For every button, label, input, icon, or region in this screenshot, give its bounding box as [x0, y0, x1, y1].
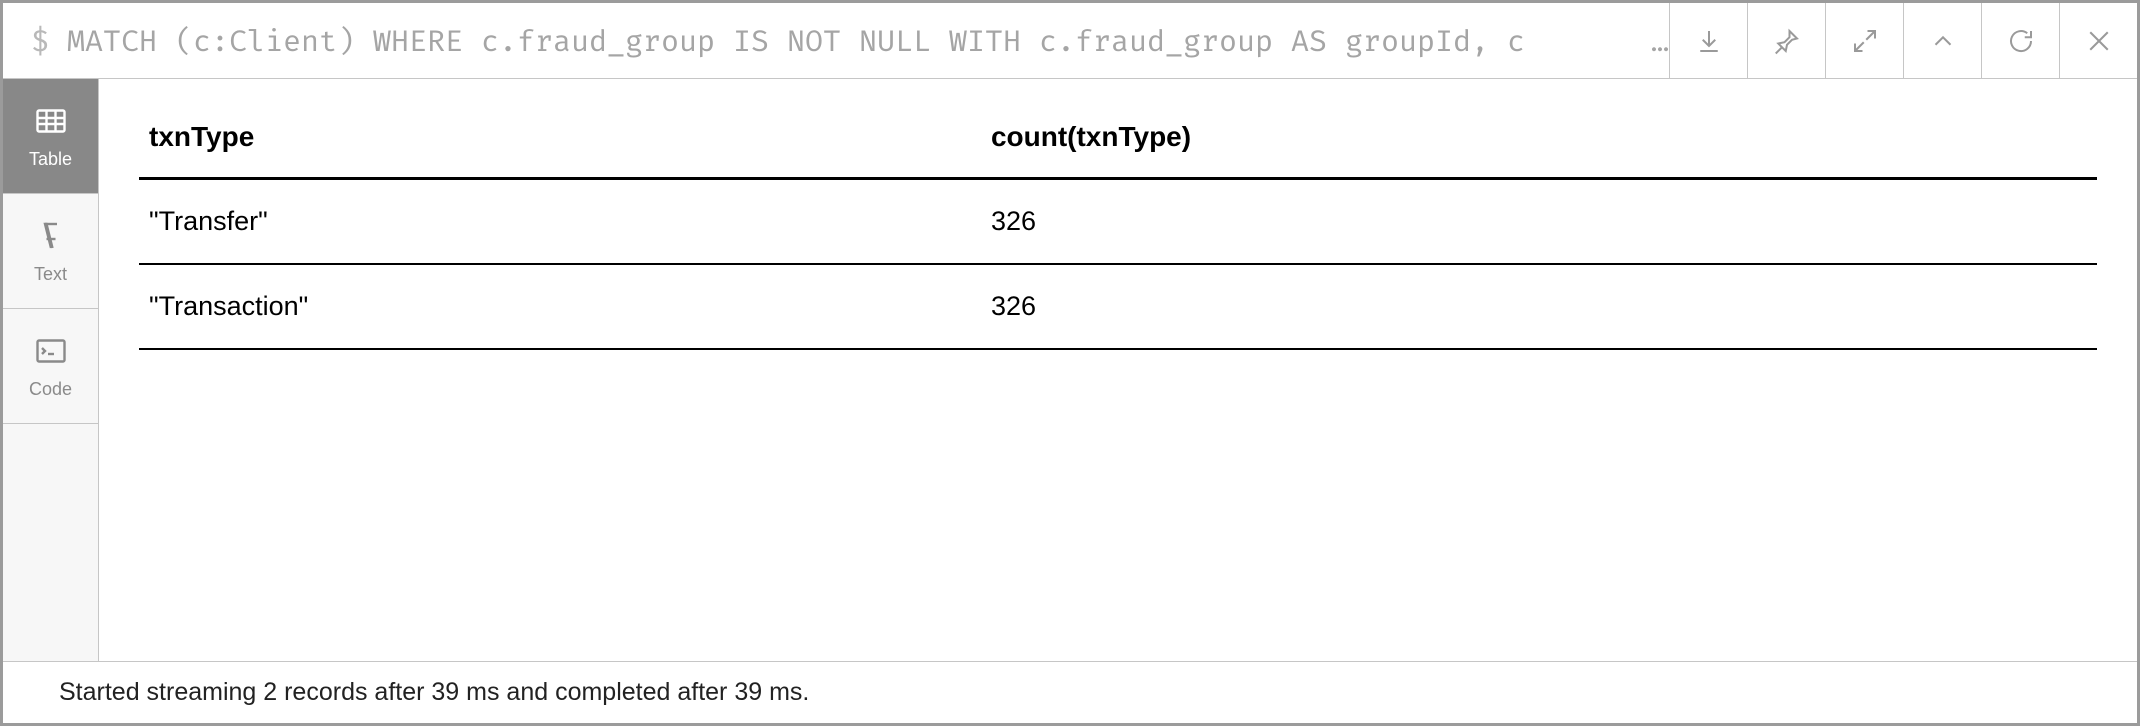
table-row: "Transfer" 326 [139, 179, 2097, 265]
cell: 326 [981, 179, 2097, 265]
tab-code-label: Code [29, 379, 72, 400]
text-icon [33, 218, 69, 254]
column-header[interactable]: txnType [139, 107, 981, 179]
status-bar: Started streaming 2 records after 39 ms … [3, 661, 2137, 723]
tab-code[interactable]: Code [3, 309, 98, 424]
cell: 326 [981, 264, 2097, 349]
cell: "Transfer" [139, 179, 981, 265]
cell: "Transaction" [139, 264, 981, 349]
query-text[interactable]: MATCH (c:Client) WHERE c.fraud_group IS … [67, 3, 1669, 78]
result-area: txnType count(txnType) "Transfer" 326 "T… [99, 79, 2137, 661]
tab-table[interactable]: Table [3, 79, 98, 194]
table-icon [33, 103, 69, 139]
table-header-row: txnType count(txnType) [139, 107, 2097, 179]
result-frame: $ MATCH (c:Client) WHERE c.fraud_group I… [0, 0, 2140, 726]
body-area: Table Text Code txnType count(txnType) [3, 79, 2137, 661]
download-icon [1694, 26, 1724, 56]
expand-button[interactable] [1825, 3, 1903, 78]
close-icon [2084, 26, 2114, 56]
tab-text[interactable]: Text [3, 194, 98, 309]
prompt-symbol: $ [3, 3, 67, 78]
pin-icon [1772, 26, 1802, 56]
table-row: "Transaction" 326 [139, 264, 2097, 349]
collapse-button[interactable] [1903, 3, 1981, 78]
view-tabs: Table Text Code [3, 79, 99, 661]
toolbar [1669, 3, 2137, 78]
query-bar: $ MATCH (c:Client) WHERE c.fraud_group I… [3, 3, 2137, 79]
tab-text-label: Text [34, 264, 67, 285]
expand-icon [1850, 26, 1880, 56]
chevron-up-icon [1928, 26, 1958, 56]
rerun-icon [2006, 26, 2036, 56]
rerun-button[interactable] [1981, 3, 2059, 78]
status-text: Started streaming 2 records after 39 ms … [59, 678, 809, 707]
code-icon [33, 333, 69, 369]
column-header[interactable]: count(txnType) [981, 107, 2097, 179]
result-table: txnType count(txnType) "Transfer" 326 "T… [139, 107, 2097, 350]
tab-table-label: Table [29, 149, 72, 170]
download-button[interactable] [1669, 3, 1747, 78]
close-button[interactable] [2059, 3, 2137, 78]
pin-button[interactable] [1747, 3, 1825, 78]
